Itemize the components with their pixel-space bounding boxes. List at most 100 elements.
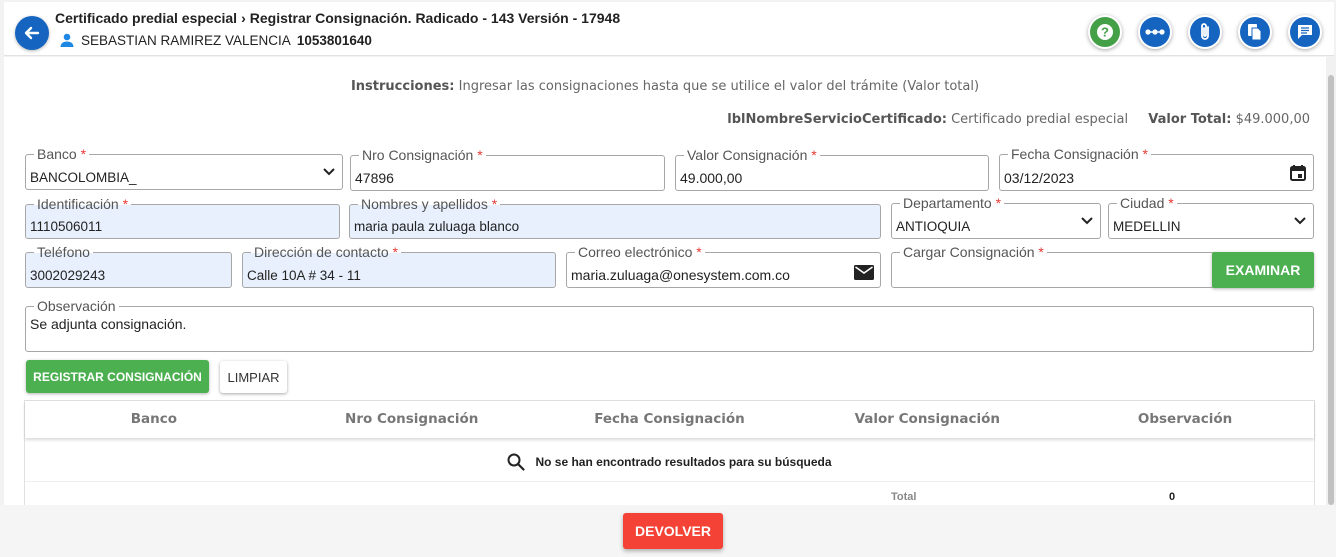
- help-button[interactable]: ?: [1088, 15, 1122, 49]
- nombres-input[interactable]: Nombres y apellidos * maria paula zuluag…: [349, 195, 881, 239]
- required-mark: *: [1168, 195, 1174, 211]
- column-header-observacion[interactable]: Observación: [1056, 401, 1314, 438]
- identificacion-value: 1110506011: [30, 219, 103, 234]
- valor-consignacion-label: Valor Consignación: [687, 147, 808, 163]
- scrollbar-thumb[interactable]: [1328, 75, 1334, 505]
- column-header-banco[interactable]: Banco: [25, 401, 283, 438]
- banco-value: BANCOLOMBIA_: [30, 170, 137, 185]
- service-summary: lblNombreServicioCertificado: Certificad…: [727, 112, 1310, 127]
- registrar-consignacion-button[interactable]: REGISTRAR CONSIGNACIÓN: [26, 360, 209, 393]
- column-header-valor-consignacion[interactable]: Valor Consignación: [798, 401, 1056, 438]
- instructions-label: Instrucciones:: [350, 79, 455, 94]
- arrow-left-icon: [24, 26, 40, 40]
- table-header: Banco Nro Consignación Fecha Consignació…: [25, 401, 1314, 438]
- direccion-input[interactable]: Dirección de contacto * Calle 10A # 34 -…: [242, 243, 556, 288]
- user-info: SEBASTIAN RAMIREZ VALENCIA 1053801640: [59, 32, 372, 48]
- breadcrumb: Certificado predial especial › Registrar C…: [55, 10, 620, 26]
- user-id: 1053801640: [296, 32, 372, 48]
- ciudad-label: Ciudad: [1120, 195, 1165, 211]
- nro-consignacion-value: 47896: [355, 170, 394, 186]
- cargar-consignacion-label: Cargar Consignación: [903, 244, 1035, 260]
- nro-consignacion-label: Nro Consignación: [362, 147, 474, 163]
- calendar-icon[interactable]: [1289, 164, 1307, 182]
- breadcrumb-item-tramite[interactable]: Certificado predial especial: [55, 10, 237, 26]
- table-total-value: 0: [1169, 491, 1176, 503]
- copy-button[interactable]: [1238, 15, 1272, 49]
- valor-consignacion-input[interactable]: Valor Consignación * 49.000,00: [675, 146, 989, 191]
- correo-value: maria.zuluaga@onesystem.com.co: [571, 267, 790, 283]
- more-icon: [1145, 29, 1165, 35]
- header: Certificado predial especial › Registrar C…: [4, 2, 1334, 56]
- chevron-down-icon: [1294, 217, 1306, 225]
- table-total-label: Total: [891, 491, 917, 503]
- nro-consignacion-input[interactable]: Nro Consignación * 47896: [350, 146, 665, 191]
- column-header-nro-consignacion[interactable]: Nro Consignación: [283, 401, 541, 438]
- nombres-value: maria paula zuluaga blanco: [354, 219, 520, 234]
- required-mark: *: [1142, 146, 1148, 162]
- departamento-value: ANTIOQUIA: [896, 219, 971, 234]
- examinar-button[interactable]: EXAMINAR: [1212, 252, 1314, 288]
- observacion-textarea[interactable]: Observación Se adjunta consignación.: [25, 297, 1314, 352]
- chevron-right-icon: ›: [241, 10, 246, 26]
- required-mark: *: [122, 196, 129, 212]
- total-label: Valor Total:: [1148, 112, 1232, 127]
- banco-label: Banco: [37, 146, 77, 162]
- fecha-consignacion-value: 03/12/2023: [1004, 170, 1075, 186]
- observacion-value: Se adjunta consignación.: [30, 316, 187, 332]
- required-mark: *: [995, 195, 1002, 211]
- identificacion-input[interactable]: Identificación * 1110506011: [25, 195, 340, 239]
- required-mark: *: [696, 244, 702, 260]
- chevron-down-icon: [1081, 217, 1093, 225]
- column-header-fecha-consignacion[interactable]: Fecha Consignación: [541, 401, 799, 438]
- valor-consignacion-value: 49.000,00: [680, 170, 743, 186]
- header-actions: ?: [1088, 15, 1322, 49]
- empty-state: No se han encontrado resultados para su …: [25, 453, 1314, 471]
- correo-input[interactable]: Correo electrónico * maria.zuluaga@onesy…: [566, 243, 881, 288]
- telefono-input[interactable]: Teléfono 3002029243: [25, 243, 232, 288]
- ciudad-select[interactable]: Ciudad * MEDELLIN: [1108, 194, 1314, 239]
- attachments-button[interactable]: [1188, 15, 1222, 49]
- back-button[interactable]: [15, 16, 49, 50]
- svg-text:?: ?: [1101, 25, 1109, 40]
- departamento-label: Departamento: [903, 195, 992, 211]
- required-mark: *: [491, 196, 498, 212]
- comments-button[interactable]: [1288, 15, 1322, 49]
- envelope-icon: [854, 265, 874, 280]
- instructions: Instrucciones: Ingresar las consignacion…: [4, 79, 1326, 94]
- departamento-select[interactable]: Departamento * ANTIOQUIA: [891, 194, 1101, 239]
- more-options-button[interactable]: [1138, 15, 1172, 49]
- required-mark: *: [80, 146, 87, 162]
- table-total-row: Total 0: [25, 481, 1314, 506]
- breadcrumb-item-current: Registrar Consignación. Radicado - 143 V…: [249, 10, 621, 26]
- empty-message: No se han encontrado resultados para su …: [535, 455, 832, 469]
- ciudad-value: MEDELLIN: [1113, 219, 1181, 234]
- paperclip-icon: [1201, 23, 1209, 40]
- required-mark: *: [811, 147, 817, 163]
- required-mark: *: [477, 147, 483, 163]
- required-mark: *: [392, 244, 398, 260]
- cargar-consignacion-input[interactable]: Cargar Consignación *: [891, 243, 1214, 288]
- total-value: $49.000,00: [1235, 112, 1310, 127]
- correo-label: Correo electrónico: [578, 244, 693, 260]
- vertical-scrollbar[interactable]: [1326, 57, 1336, 505]
- fecha-consignacion-label: Fecha Consignación: [1011, 146, 1139, 162]
- banco-select[interactable]: Banco * BANCOLOMBIA_: [25, 145, 343, 190]
- devolver-button[interactable]: DEVOLVER: [623, 513, 723, 549]
- search-icon: [507, 453, 526, 471]
- instructions-text: Ingresar las consignaciones hasta que se…: [458, 79, 980, 94]
- chevron-down-icon: [323, 168, 335, 176]
- comment-icon: [1298, 25, 1312, 39]
- telefono-value: 3002029243: [30, 268, 106, 283]
- user-name: SEBASTIAN RAMIREZ VALENCIA: [81, 32, 291, 48]
- telefono-label: Teléfono: [37, 244, 90, 260]
- question-icon: ?: [1097, 24, 1113, 40]
- copy-icon: [1248, 24, 1262, 41]
- limpiar-button[interactable]: LIMPIAR: [220, 361, 287, 393]
- observacion-label: Observación: [37, 298, 116, 314]
- fecha-consignacion-input[interactable]: Fecha Consignación * 03/12/2023: [999, 145, 1314, 191]
- person-icon: [60, 33, 74, 47]
- service-value: Certificado predial especial: [951, 112, 1129, 127]
- direccion-value: Calle 10A # 34 - 11: [247, 268, 361, 283]
- main-content: Instrucciones: Ingresar las consignacion…: [4, 57, 1326, 505]
- direccion-label: Dirección de contacto: [254, 244, 389, 260]
